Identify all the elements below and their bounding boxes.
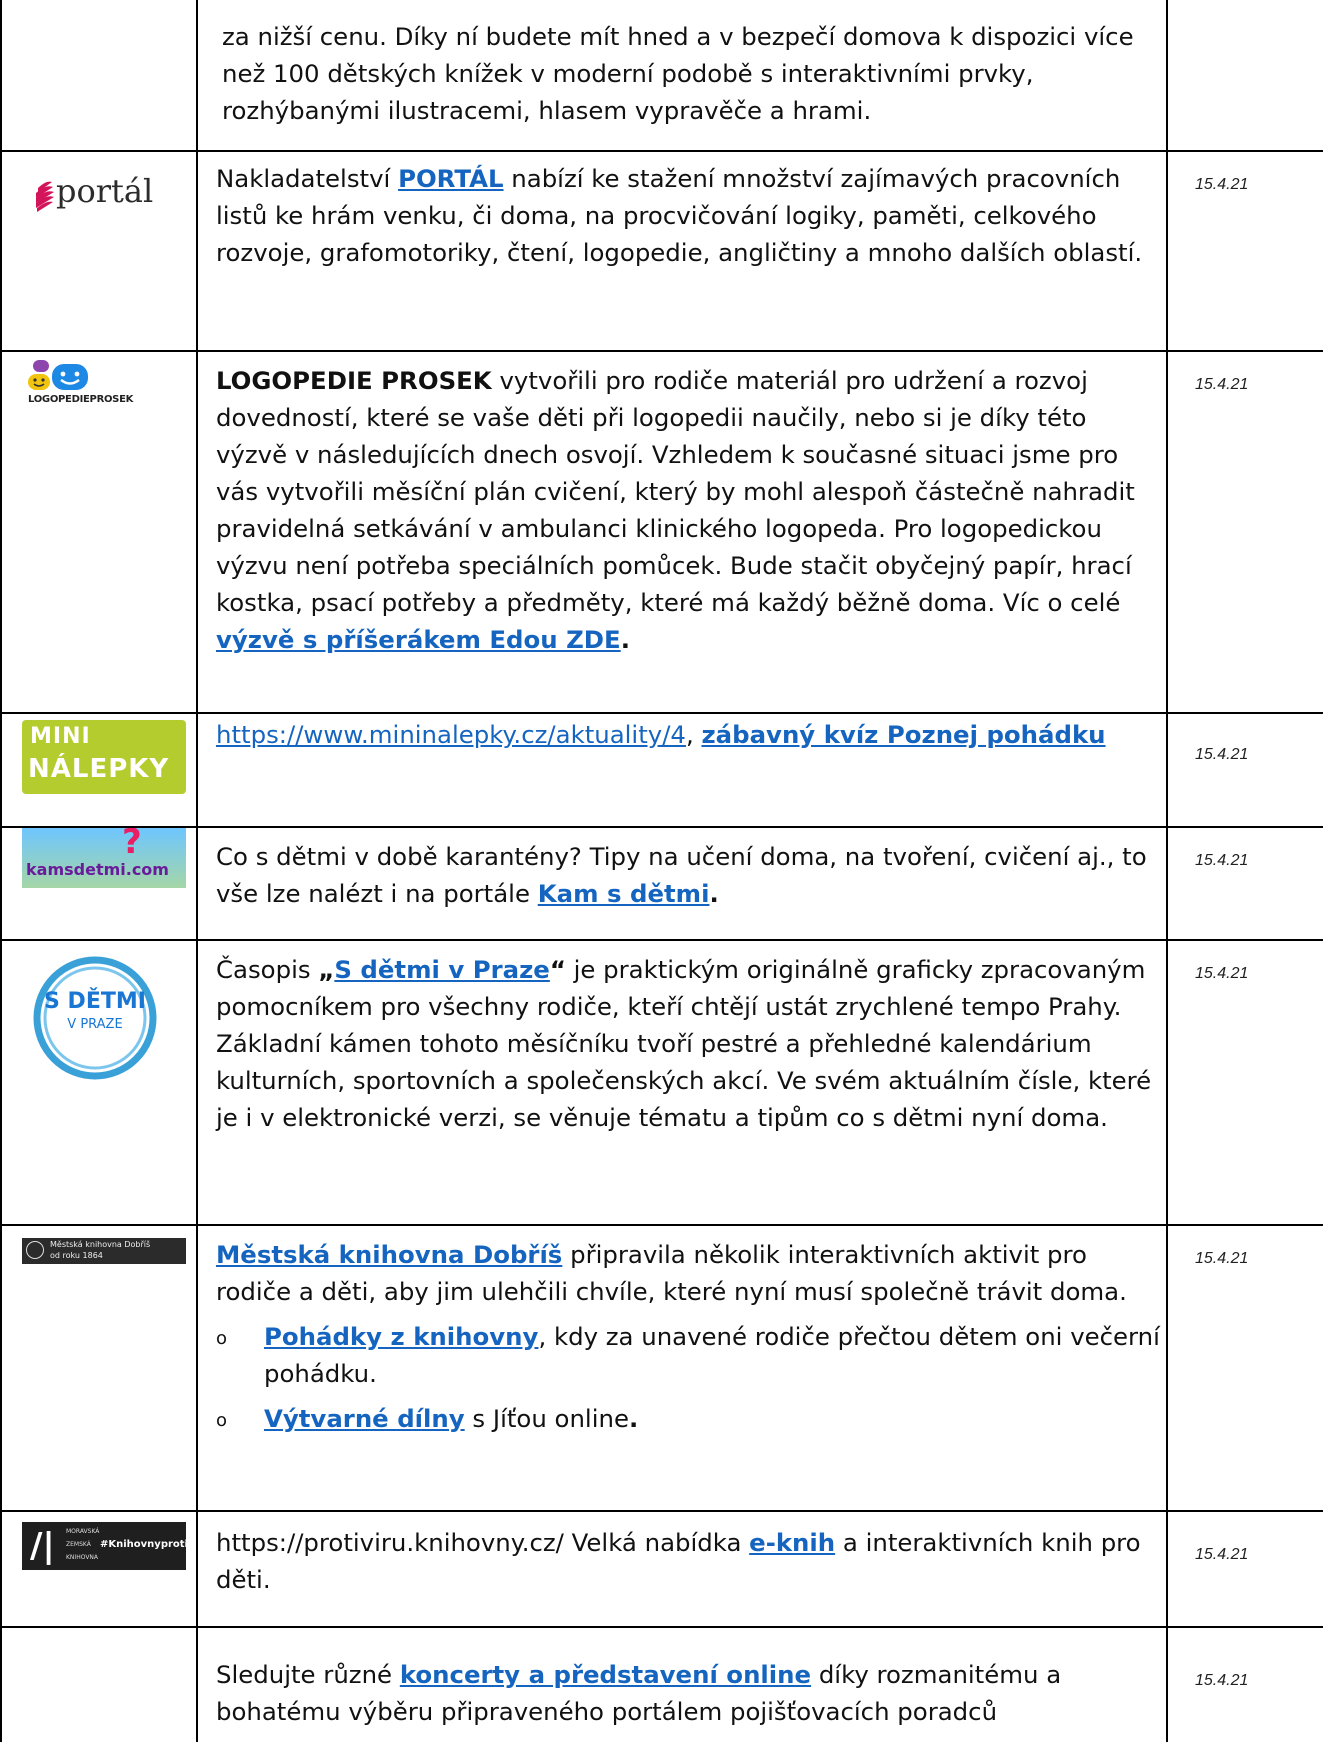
table-row: portál Nakladatelství PORTÁL nabízí ke s… (0, 150, 1323, 350)
row-text: https://protiviru.knihovny.cz/ Velká nab… (216, 1528, 1141, 1594)
kamsdetmi-logo-text: kamsdetmi.com (26, 860, 169, 879)
portal-logo-text: portál (56, 172, 154, 210)
knihovna-dobris-link[interactable]: Městská knihovna Dobříš (216, 1240, 562, 1269)
table-row: Městská knihovna Dobříš od roku 1864 Měs… (0, 1224, 1323, 1510)
table-row: LOGOPEDIEPROSEK LOGOPEDIE PROSEK vytvoři… (0, 350, 1323, 712)
vytvarne-dilny-link[interactable]: Výtvarné dílny (264, 1404, 465, 1433)
table-row: Sledujte různé koncerty a představení on… (0, 1626, 1323, 1742)
table-row: MINI NÁLEPKY https://www.mininalepky.cz/… (0, 712, 1323, 826)
bullet-icon: o (216, 1328, 228, 1349)
table-row: za nižší cenu. Díky ní budete mít hned a… (0, 0, 1323, 150)
table-row: S DĚTMI V PRAZE Časopis „S dětmi v Praze… (0, 939, 1323, 1224)
row-date: 15.4.21 (1195, 852, 1249, 869)
mzk-slash-icon: /| (30, 1526, 55, 1566)
table-row: ? kamsdetmi.com Co s dětmi v době karant… (0, 826, 1323, 939)
row-date: 15.4.21 (1195, 1546, 1249, 1563)
bullet-icon: o (216, 1410, 228, 1431)
mzk-logo-text2: ZEMSKÁ (66, 1541, 91, 1548)
kamsdetmi-logo: ? kamsdetmi.com (22, 828, 186, 888)
s-detmi-logo-line2: V PRAZE (67, 1017, 123, 1032)
row-text: LOGOPEDIE PROSEK vytvořili pro rodiče ma… (216, 366, 1135, 654)
koncerty-link[interactable]: koncerty a představení online (400, 1660, 811, 1689)
row-date: 15.4.21 (1195, 376, 1249, 393)
pohadky-z-knihovny-link[interactable]: Pohádky z knihovny (264, 1322, 538, 1351)
table-row: /| MORAVSKÁ ZEMSKÁ KNIHOVNA #Knihovnypro… (0, 1510, 1323, 1626)
s-detmi-logo-line1: S DĚTMI (44, 989, 146, 1014)
mininalepky-url-link[interactable]: https://www.mininalepky.cz/aktuality/4 (216, 720, 686, 749)
row-date: 15.4.21 (1195, 1672, 1249, 1689)
row-date: 15.4.21 (1195, 746, 1249, 763)
list-item: o Výtvarné dílny s Jíťou online. (216, 1400, 1164, 1437)
row-date: 15.4.21 (1195, 1250, 1249, 1267)
row-text: za nižší cenu. Díky ní budete mít hned a… (222, 22, 1134, 125)
knihovna-dobris-logo: Městská knihovna Dobříš od roku 1864 (22, 1238, 186, 1264)
row-text: Městská knihovna Dobříš připravila někol… (216, 1236, 1164, 1437)
quiz-link[interactable]: zábavný kvíz Poznej pohádku (701, 720, 1105, 749)
row-text: https://www.mininalepky.cz/aktuality/4, … (216, 720, 1106, 749)
row-text: Sledujte různé koncerty a představení on… (216, 1660, 1062, 1726)
e-knih-link[interactable]: e-knih (749, 1528, 835, 1557)
row-date: 15.4.21 (1195, 965, 1249, 982)
portal-link[interactable]: PORTÁL (398, 164, 503, 193)
list-item: o Pohádky z knihovny, kdy za unavené rod… (216, 1322, 1160, 1388)
logopedie-prosek-logo: LOGOPEDIEPROSEK (0, 358, 197, 408)
library-emblem-icon (26, 1241, 44, 1259)
s-detmi-v-praze-link[interactable]: S dětmi v Praze (334, 955, 549, 984)
mininalepky-logo: MINI NÁLEPKY (22, 720, 186, 794)
eda-challenge-link[interactable]: výzvě s příšerákem Edou ZDE (216, 625, 621, 654)
dobris-logo-line1: Městská knihovna Dobříš (50, 1240, 151, 1249)
logopedie-prosek-logo-text: LOGOPEDIEPROSEK (28, 394, 134, 405)
row-text: Nakladatelství PORTÁL nabízí ke stažení … (216, 164, 1143, 267)
mzk-logo: /| MORAVSKÁ ZEMSKÁ KNIHOVNA #Knihovnypro… (22, 1522, 186, 1570)
kam-s-detmi-link[interactable]: Kam s dětmi (538, 879, 710, 908)
portal-logo: portál (0, 170, 197, 212)
question-mark-icon: ? (122, 828, 142, 862)
row-text: Co s dětmi v době karantény? Tipy na uče… (216, 842, 1147, 908)
mzk-logo-text3: KNIHOVNA (66, 1554, 99, 1561)
dobris-logo-line2: od roku 1864 (50, 1251, 103, 1260)
mzk-logo-text1: MORAVSKÁ (66, 1528, 100, 1535)
row-date: 15.4.21 (1195, 176, 1249, 193)
mininalepky-logo-line2: NÁLEPKY (28, 754, 170, 784)
mzk-logo-tag: #Knihovnyprotiviru (100, 1539, 186, 1550)
s-detmi-v-praze-logo: S DĚTMI V PRAZE (30, 953, 160, 1083)
mininalepky-logo-line1: MINI (30, 724, 91, 749)
row-text: Časopis „S dětmi v Praze“ je praktickým … (216, 955, 1152, 1132)
